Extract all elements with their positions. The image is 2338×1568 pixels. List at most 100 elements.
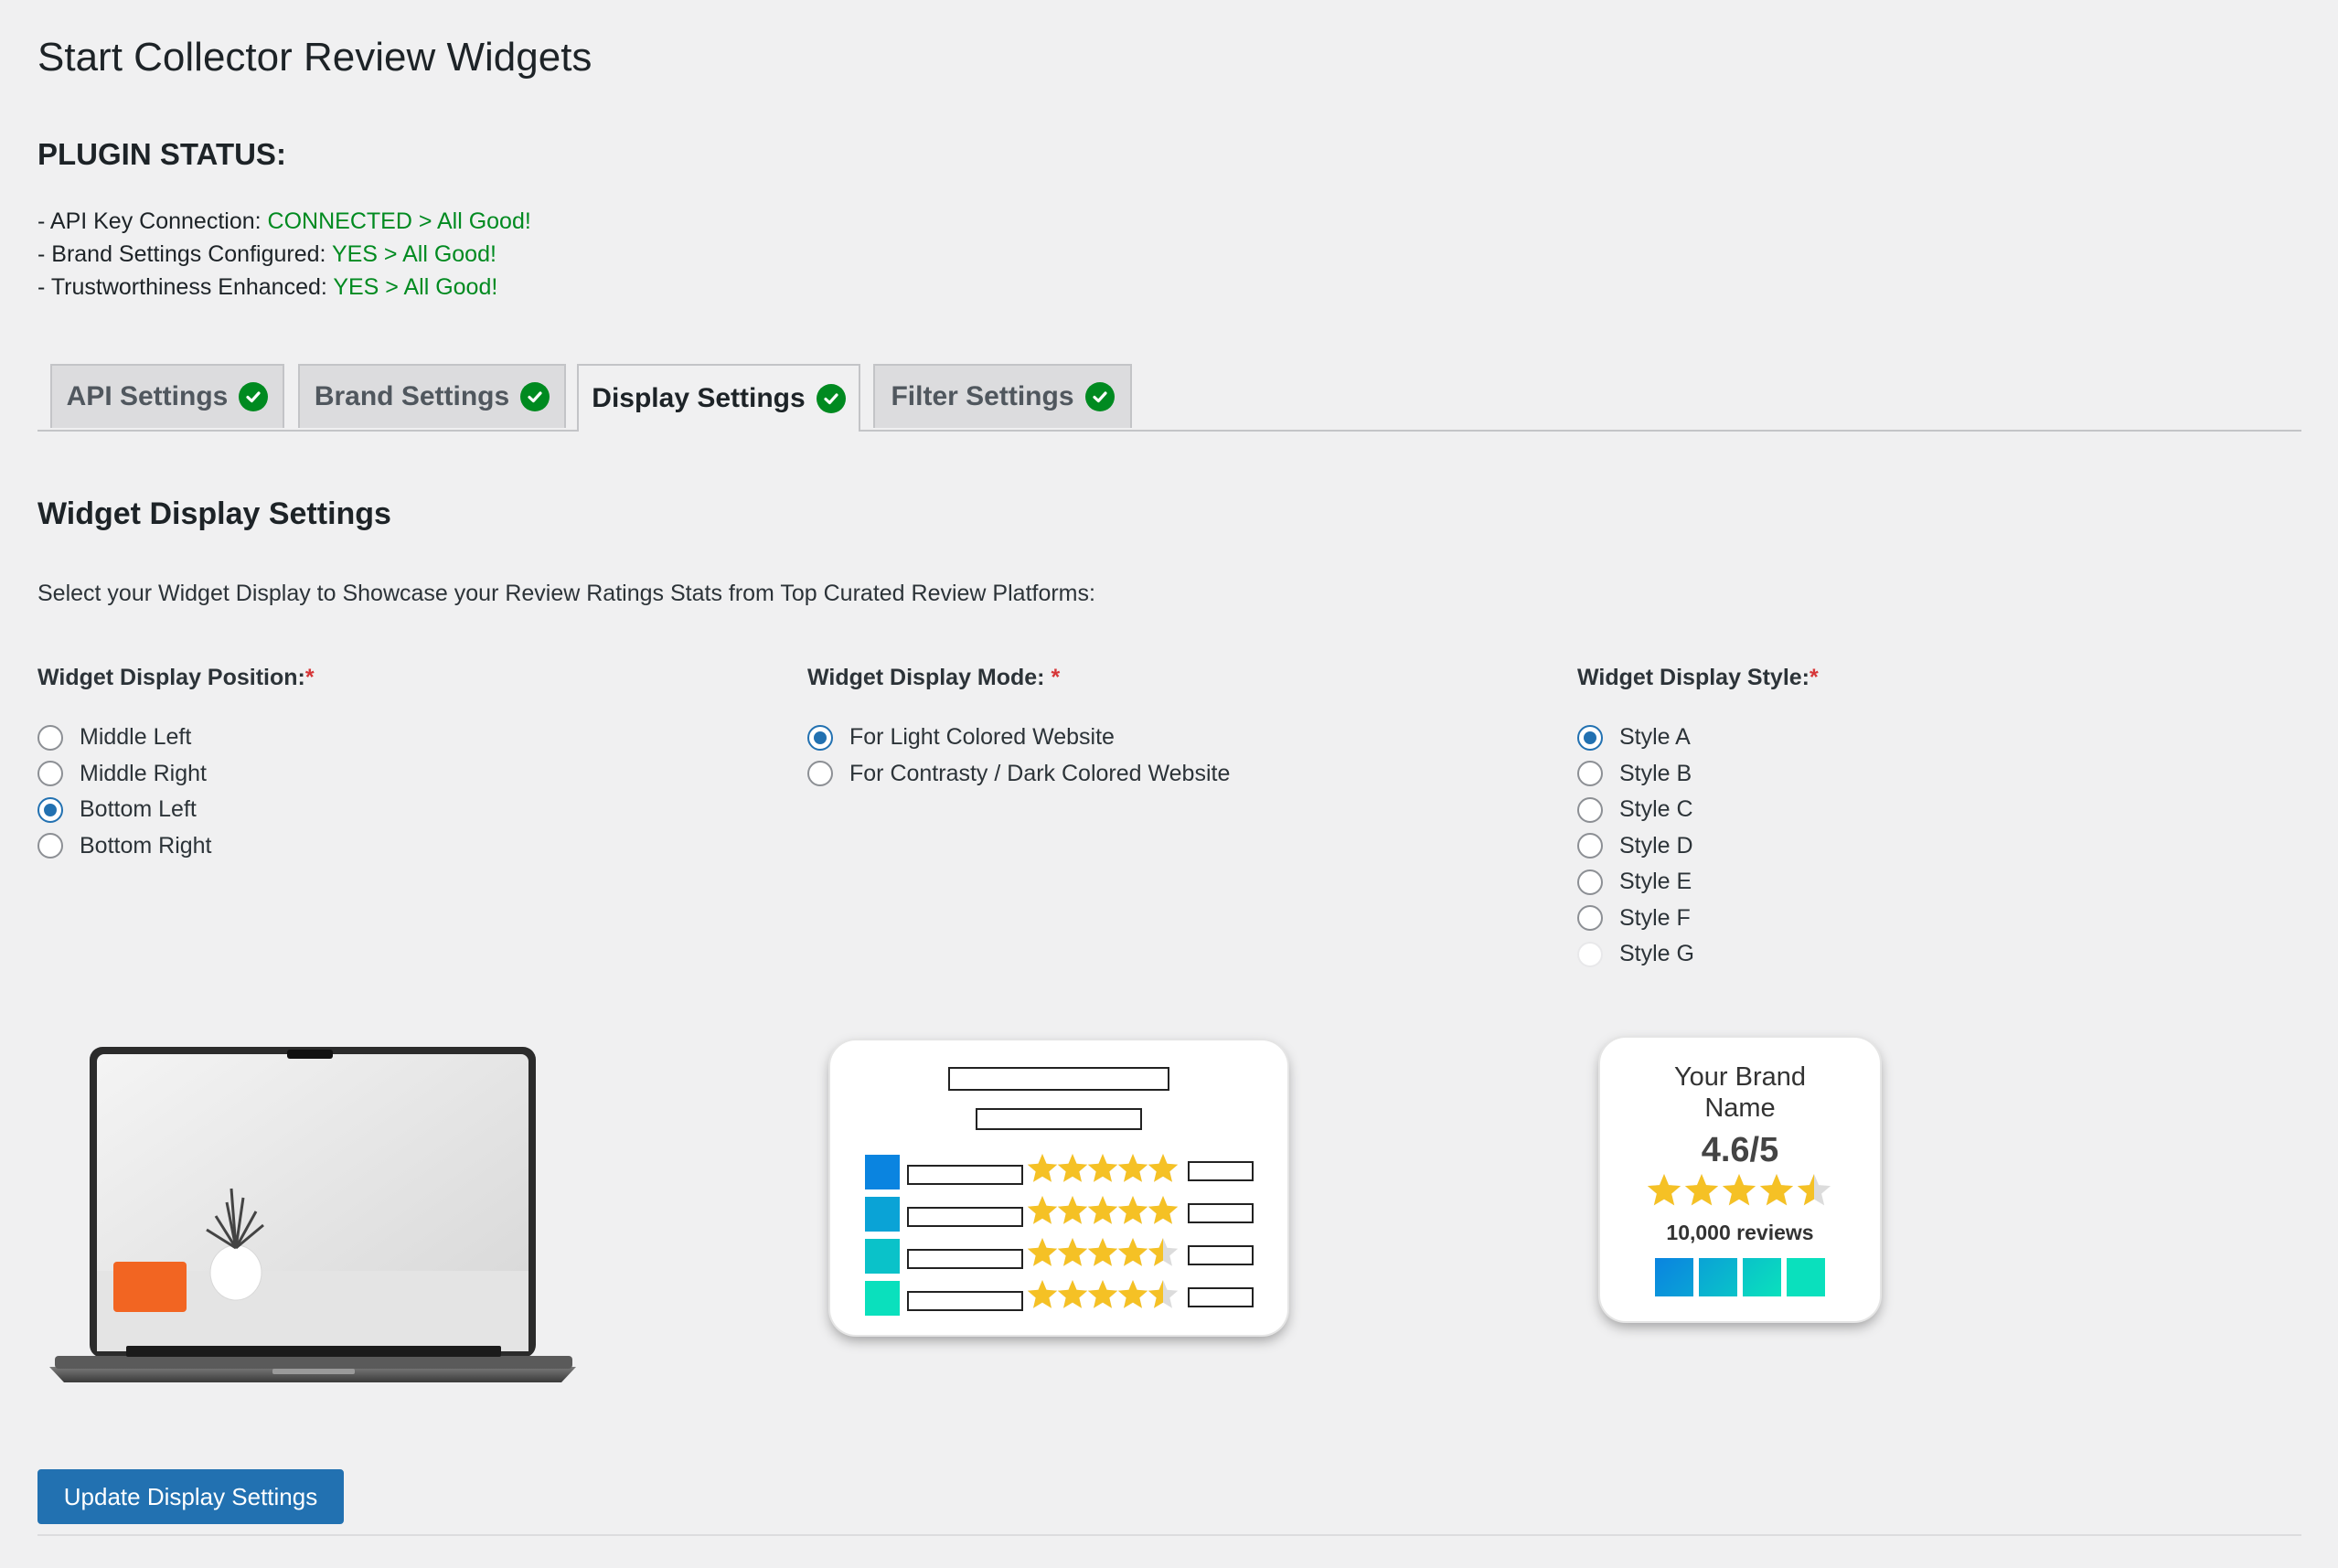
review-count: 10,000 reviews — [1666, 1221, 1814, 1244]
status-value: CONNECTED > All Good! — [267, 208, 531, 234]
placeholder-bar — [1188, 1161, 1254, 1181]
mode-preview-graphic — [865, 1067, 1254, 1316]
placeholder-bar — [1188, 1245, 1254, 1265]
radio-option-middle-left[interactable]: Middle Left — [37, 720, 212, 756]
star-icon — [1647, 1174, 1681, 1206]
update-display-settings-button[interactable]: Update Display Settings — [37, 1469, 344, 1524]
star-icon — [1759, 1174, 1794, 1206]
section-description: Select your Widget Display to Showcase y… — [37, 581, 1095, 606]
platform-square — [865, 1239, 900, 1274]
platform-squares — [1600, 1258, 1880, 1296]
star-icon — [1117, 1238, 1148, 1266]
star-icon — [1057, 1280, 1088, 1308]
star-icon — [1057, 1238, 1088, 1266]
rating-stars — [1600, 1172, 1880, 1215]
style-radio-group: Style A Style B Style C Style D Style E … — [1577, 720, 1694, 973]
tab-api-settings[interactable]: API Settings — [50, 364, 284, 428]
radio-button[interactable] — [807, 761, 833, 787]
star-icon — [1117, 1154, 1148, 1182]
radio-option-style-g[interactable]: Style G — [1577, 936, 1694, 973]
star-icon — [1027, 1196, 1058, 1224]
radio-button[interactable] — [37, 761, 63, 787]
radio-option-style-c[interactable]: Style C — [1577, 792, 1694, 828]
star-icon — [1087, 1238, 1118, 1266]
platform-square — [1787, 1258, 1825, 1296]
placeholder-bar — [907, 1165, 1023, 1185]
radio-button[interactable] — [1577, 761, 1603, 787]
radio-button[interactable] — [37, 833, 63, 859]
mode-label: Widget Display Mode: * — [807, 665, 1061, 690]
style-label: Widget Display Style:* — [1577, 665, 1819, 690]
tab-display-settings[interactable]: Display Settings — [577, 364, 860, 432]
radio-option-bottom-left[interactable]: Bottom Left — [37, 792, 212, 828]
radio-button[interactable] — [1577, 905, 1603, 932]
status-brand-settings: - Brand Settings Configured: YES > All G… — [37, 241, 496, 267]
position-preview-laptop — [49, 1047, 576, 1382]
star-icon — [1148, 1196, 1179, 1224]
brand-name: Your Brand Name — [1673, 1062, 1807, 1123]
star-icon — [1087, 1196, 1118, 1224]
tab-filter-settings[interactable]: Filter Settings — [873, 364, 1132, 428]
plugin-status-heading: PLUGIN STATUS: — [37, 137, 286, 171]
radio-button[interactable] — [37, 796, 63, 823]
check-circle-icon — [816, 384, 846, 413]
radio-button[interactable] — [1577, 833, 1603, 859]
radio-option-style-b[interactable]: Style B — [1577, 756, 1694, 793]
placeholder-bar — [1188, 1203, 1254, 1223]
star-icon — [1087, 1280, 1118, 1308]
platform-square — [865, 1197, 900, 1232]
plugin-status-list: - API Key Connection: CONNECTED > All Go… — [37, 205, 531, 304]
star-icon — [1117, 1280, 1148, 1308]
radio-option-bottom-right[interactable]: Bottom Right — [37, 828, 212, 865]
mode-preview-card — [830, 1040, 1287, 1335]
radio-option-style-a[interactable]: Style A — [1577, 720, 1694, 756]
placeholder-bar — [1188, 1287, 1254, 1307]
radio-option-light[interactable]: For Light Colored Website — [807, 720, 1230, 756]
platform-square — [1743, 1258, 1781, 1296]
platform-square — [1699, 1258, 1737, 1296]
position-radio-group: Middle Left Middle Right Bottom Left Bot… — [37, 720, 212, 864]
check-circle-icon — [1084, 382, 1115, 411]
placeholder-bar — [907, 1207, 1023, 1227]
placeholder-bar — [907, 1291, 1023, 1311]
orange-widget-indicator — [113, 1262, 187, 1312]
radio-option-dark[interactable]: For Contrasty / Dark Colored Website — [807, 756, 1230, 793]
style-preview-card: Your Brand Name 4.6/5 10,000 reviews — [1600, 1038, 1880, 1321]
radio-button[interactable] — [1577, 869, 1603, 895]
radio-button[interactable] — [1577, 941, 1603, 967]
status-value: YES > All Good! — [331, 241, 496, 267]
radio-option-middle-right[interactable]: Middle Right — [37, 756, 212, 793]
status-trustworthiness: - Trustworthiness Enhanced: YES > All Go… — [37, 274, 498, 300]
star-icon — [1117, 1196, 1148, 1224]
platform-square — [865, 1155, 900, 1189]
star-rating-icon — [1647, 1174, 1831, 1206]
check-circle-icon — [520, 382, 550, 411]
divider — [37, 1534, 2301, 1536]
placeholder-bar — [907, 1249, 1023, 1269]
radio-option-style-f[interactable]: Style F — [1577, 901, 1694, 937]
star-icon — [1148, 1154, 1179, 1182]
star-icon — [1057, 1154, 1088, 1182]
star-icon — [1027, 1280, 1058, 1308]
settings-tabs: API Settings Brand Settings Display Sett… — [37, 364, 2301, 432]
radio-option-style-d[interactable]: Style D — [1577, 828, 1694, 865]
star-icon — [1057, 1196, 1088, 1224]
platform-square — [1655, 1258, 1693, 1296]
status-value: YES > All Good! — [333, 274, 498, 300]
rating-score: 4.6/5 — [1701, 1131, 1779, 1169]
star-icon — [1684, 1174, 1719, 1206]
radio-option-style-e[interactable]: Style E — [1577, 864, 1694, 901]
position-label: Widget Display Position:* — [37, 665, 315, 690]
check-circle-icon — [239, 382, 269, 411]
radio-button[interactable] — [37, 724, 63, 751]
section-title: Widget Display Settings — [37, 496, 391, 531]
radio-button[interactable] — [1577, 724, 1603, 751]
radio-button[interactable] — [807, 724, 833, 751]
radio-button[interactable] — [1577, 796, 1603, 823]
star-icon — [1027, 1238, 1058, 1266]
platform-square — [865, 1281, 900, 1316]
mode-radio-group: For Light Colored Website For Contrasty … — [807, 720, 1230, 792]
star-icon — [1027, 1154, 1058, 1182]
page-title: Start Collector Review Widgets — [37, 35, 593, 80]
tab-brand-settings[interactable]: Brand Settings — [298, 364, 566, 428]
